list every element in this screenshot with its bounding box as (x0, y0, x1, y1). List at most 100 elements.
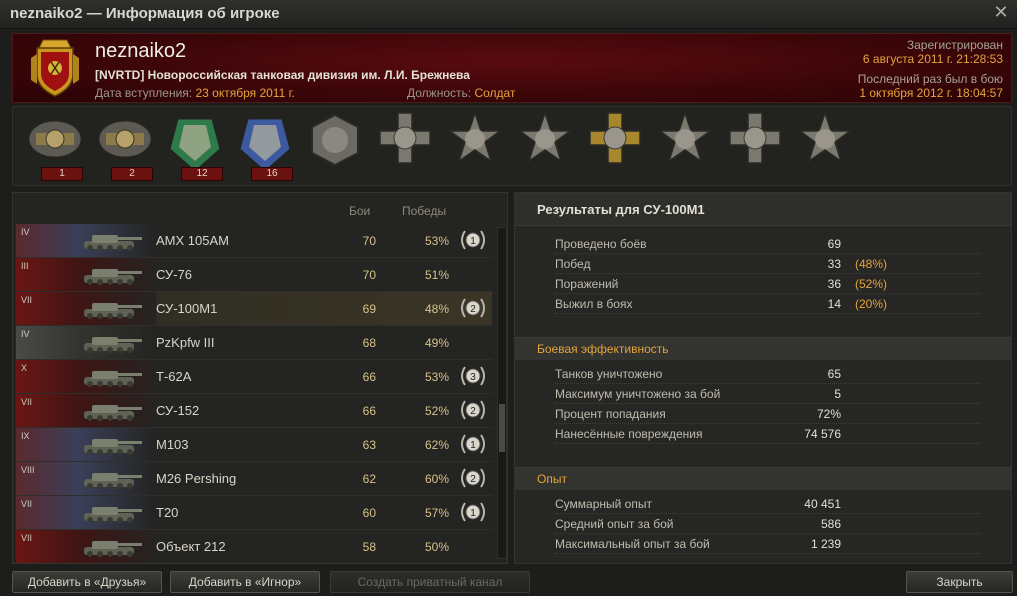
tank-icon (84, 439, 142, 455)
medal-item[interactable] (511, 111, 577, 183)
tank-tier: III (21, 261, 29, 271)
medals-bar: 1 2 12 16 (12, 106, 1012, 186)
mastery-badge-icon: 2 (461, 298, 485, 318)
stat-value: 40 451 (804, 497, 841, 511)
stat-label: Суммарный опыт (555, 497, 652, 511)
tank-icon (84, 269, 142, 285)
add-friend-button[interactable]: Добавить в «Друзья» (12, 571, 162, 593)
medal-item[interactable] (581, 111, 647, 183)
medal-count: 16 (251, 167, 293, 181)
medal-item[interactable]: 12 (161, 111, 227, 183)
close-icon[interactable]: ✕ (991, 2, 1011, 22)
table-header: Бои Победы (13, 193, 507, 223)
add-ignore-button[interactable]: Добавить в «Игнор» (170, 571, 320, 593)
table-row[interactable]: VII Объект 212 58 50% (16, 530, 492, 563)
tank-wins: 48% (424, 302, 449, 316)
stat-value: 72% (816, 407, 841, 421)
medal-item[interactable]: 1 (21, 111, 87, 183)
table-row[interactable]: VII T20 60 57% 1 (16, 496, 492, 530)
mastery-level: 2 (470, 474, 476, 485)
tank-name: M26 Pershing (156, 471, 237, 486)
table-row[interactable]: X Т-62А 66 53% 3 (16, 360, 492, 394)
stat-percent: (20%) (855, 297, 888, 311)
position-label: Должность: (407, 86, 472, 100)
stat-label: Средний опыт за бой (555, 517, 674, 531)
stat-value: 14 (827, 297, 841, 311)
tank-tier: IV (21, 329, 30, 339)
stat-value: 36 (827, 277, 841, 291)
tank-battles: 66 (362, 404, 376, 418)
tank-name: СУ-152 (156, 403, 200, 418)
first-class-badge-icon (98, 120, 152, 158)
tank-wins: 51% (424, 268, 449, 282)
tank-tier: VIII (21, 465, 35, 475)
table-row[interactable]: VII СУ-100М1 69 48% 2 (16, 292, 492, 326)
tank-tier: VII (21, 533, 33, 543)
table-row[interactable]: IV AMX 105AM 70 53% 1 (16, 224, 492, 258)
clan-line: [NVRTD] Новороссийская танковая дивизия … (95, 68, 470, 82)
window-title: neznaiko2 — Информация об игроке (10, 5, 280, 22)
tank-wins: 57% (424, 506, 449, 520)
xp-section-title: Опыт (537, 472, 567, 486)
last-seen-value: 1 октября 2012 г. 18:04:57 (859, 86, 1003, 100)
stat-row: Средний опыт за бой 586 (555, 515, 981, 534)
tank-name: СУ-100М1 (156, 301, 218, 316)
player-header: neznaiko2 [NVRTD] Новороссийская танкова… (12, 33, 1012, 103)
stats-header: Результаты для СУ-100М1 (515, 193, 1011, 226)
stat-label: Проведено боёв (555, 237, 647, 251)
mastery-badge-icon: 1 (461, 434, 485, 454)
tank-wins: 62% (424, 438, 449, 452)
tank-battles: 69 (362, 302, 376, 316)
medal-item[interactable]: 16 (231, 111, 297, 183)
col-battles-header[interactable]: Бои (349, 204, 370, 218)
col-wins-header[interactable]: Победы (402, 204, 446, 218)
stat-row: Максимум уничтожено за бой 5 (555, 385, 981, 404)
tank-tier: VII (21, 397, 33, 407)
medal-item[interactable] (721, 111, 787, 183)
medal-item[interactable] (301, 111, 367, 183)
star-medal-icon (517, 111, 573, 163)
stat-row: Процент попадания 72% (555, 405, 981, 424)
medal-item[interactable]: 2 (91, 111, 157, 183)
mastery-level: 1 (470, 440, 476, 451)
clan-position: Должность: Солдат (407, 86, 515, 100)
tank-icon (84, 405, 142, 421)
medal-count: 12 (181, 167, 223, 181)
scrollbar-thumb[interactable] (499, 404, 505, 452)
stat-value: 65 (827, 367, 841, 381)
close-button[interactable]: Закрыть (906, 571, 1013, 593)
stat-row: Суммарный опыт 40 451 (555, 495, 981, 514)
tank-name: T20 (156, 505, 179, 520)
tank-icon (84, 337, 142, 353)
table-row[interactable]: VIII M26 Pershing 62 60% 2 (16, 462, 492, 496)
tank-wins: 53% (424, 234, 449, 248)
table-row[interactable]: III СУ-76 70 51% (16, 258, 492, 292)
medal-item[interactable] (791, 111, 857, 183)
tank-wins: 49% (424, 336, 449, 350)
tank-battles: 60 (362, 506, 376, 520)
player-name: neznaiko2 (95, 40, 187, 62)
tank-icon (84, 303, 142, 319)
stat-label: Поражений (555, 277, 619, 291)
stat-label: Процент попадания (555, 407, 666, 421)
vehicles-scrollbar[interactable] (497, 227, 507, 559)
tank-battles: 58 (362, 540, 376, 554)
table-row[interactable]: VII СУ-152 66 52% 2 (16, 394, 492, 428)
clan-tag[interactable]: [NVRTD] (95, 68, 144, 82)
medal-item[interactable] (441, 111, 507, 183)
stat-label: Нанесённые повреждения (555, 427, 703, 441)
private-channel-button[interactable]: Создать приватный канал (330, 571, 530, 593)
tank-wins: 50% (424, 540, 449, 554)
table-row[interactable]: IX M103 63 62% 1 (16, 428, 492, 462)
stat-value: 33 (827, 257, 841, 271)
medal-item[interactable] (371, 111, 437, 183)
table-row[interactable]: IV PzKpfw III 68 49% (16, 326, 492, 360)
tank-tier: VII (21, 295, 33, 305)
mastery-level: 1 (470, 236, 476, 247)
stat-row: Нанесённые повреждения 74 576 (555, 425, 981, 444)
medal-item[interactable] (651, 111, 717, 183)
tank-battles: 70 (362, 268, 376, 282)
tank-name: PzKpfw III (156, 335, 215, 350)
cross-medal-icon (379, 112, 431, 164)
tank-name: Т-62А (156, 369, 192, 384)
